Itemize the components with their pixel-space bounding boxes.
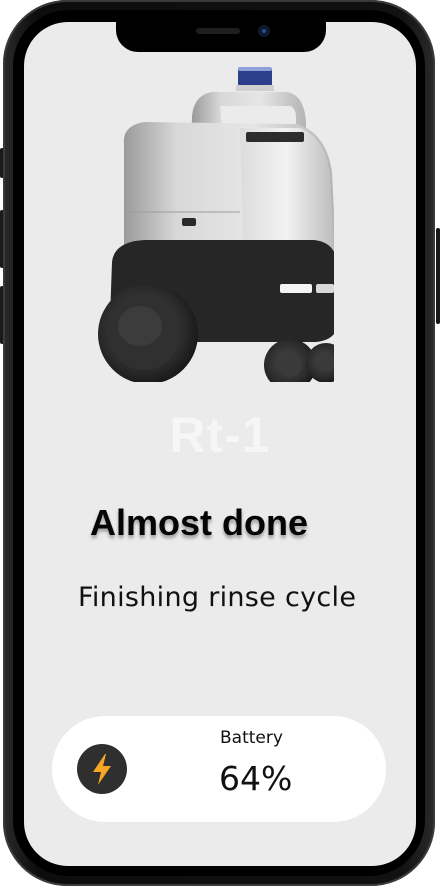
robot-name: Rt-1 xyxy=(169,407,271,463)
speaker-grille xyxy=(196,28,240,34)
battery-card: Battery 64% xyxy=(52,716,386,822)
status-subtitle: Finishing rinse cycle xyxy=(78,582,357,613)
power-button xyxy=(436,228,440,324)
app-screen: Rt-1 Almost done Finishing rinse cycle B… xyxy=(24,22,416,866)
notch xyxy=(116,22,326,52)
robot-image xyxy=(98,67,334,382)
battery-icon-badge xyxy=(77,744,127,794)
front-camera-icon xyxy=(258,25,270,37)
battery-label: Battery xyxy=(220,728,283,748)
battery-value: 64% xyxy=(219,759,293,798)
status-title: Almost done xyxy=(90,502,309,543)
phone-device: Rt-1 Almost done Finishing rinse cycle B… xyxy=(0,0,440,888)
lightning-bolt-icon xyxy=(93,754,111,785)
